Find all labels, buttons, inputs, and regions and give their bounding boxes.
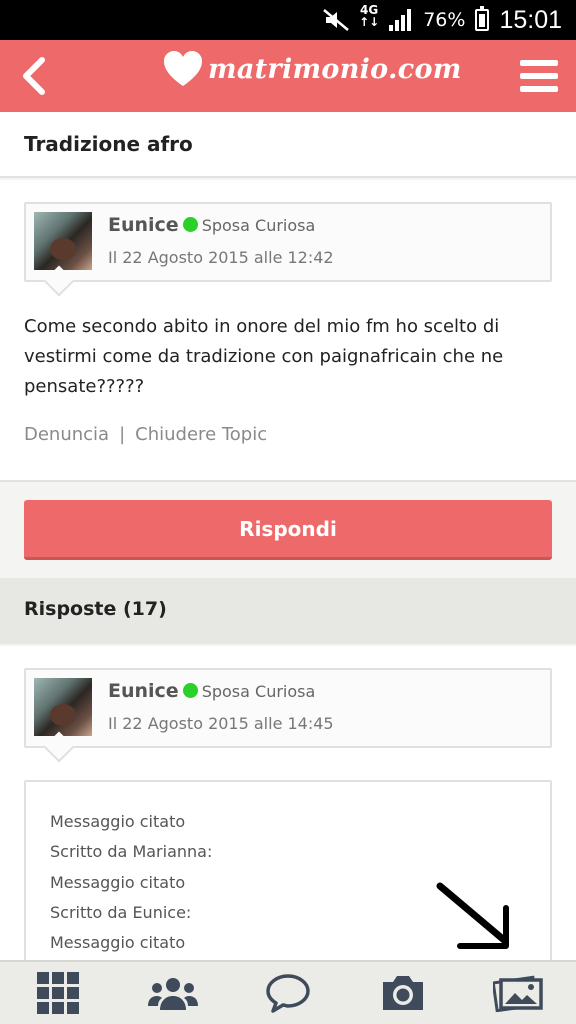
author-role: Sposa Curiosa (201, 216, 316, 235)
brand-name: matrimonio.com (208, 53, 462, 85)
online-status-icon (182, 217, 198, 232)
app-header: matrimonio.com (0, 40, 576, 112)
chat-bubble-icon (266, 974, 310, 1013)
topic-title: Tradizione afro (24, 132, 193, 156)
nav-gallery[interactable] (461, 962, 576, 1024)
author-name[interactable]: Eunice (108, 214, 179, 236)
author-name[interactable]: Eunice (108, 680, 179, 702)
post-author-box: Eunice Sposa Curiosa Il 22 Agosto 2015 al… (24, 202, 552, 282)
answers-header: Risposte (17) (0, 578, 576, 644)
nav-community[interactable] (115, 962, 230, 1024)
clock: 15:01 (499, 5, 562, 34)
post-date: Il 22 Agosto 2015 alle 12:42 (108, 248, 334, 267)
post-actions: Denuncia | Chiudere Topic (24, 424, 267, 445)
quote-line: Messaggio citato (50, 812, 186, 831)
grid-icon (36, 972, 79, 1014)
avatar[interactable] (34, 678, 92, 736)
network-indicator: 4G ↑↓ (359, 3, 380, 29)
gallery-icon (493, 975, 544, 1012)
hamburger-menu-icon[interactable] (516, 54, 562, 98)
reply-author-box: Eunice Sposa Curiosa Il 22 Agosto 2015 al… (24, 668, 552, 748)
bottom-nav (0, 960, 576, 1024)
back-arrow-icon[interactable] (10, 50, 62, 102)
report-link[interactable]: Denuncia (24, 424, 109, 445)
mute-icon (323, 9, 349, 31)
battery-percent: 76% (423, 9, 466, 31)
online-status-icon (182, 683, 198, 698)
battery-icon (475, 6, 490, 31)
nav-chat[interactable] (230, 962, 345, 1024)
status-bar: 4G ↑↓ 76% 15:01 (0, 0, 576, 40)
quote-line: Scritto da Marianna: (50, 842, 213, 861)
avatar[interactable] (34, 212, 92, 270)
quote-line: Messaggio citato (50, 873, 186, 892)
answers-count: Risposte (17) (24, 598, 167, 620)
reply-date: Il 22 Agosto 2015 alle 14:45 (108, 714, 334, 733)
annotation-arrow (436, 882, 509, 949)
author-role: Sposa Curiosa (201, 682, 316, 701)
quote-line: Scritto da Eunice: (50, 903, 192, 922)
reply-button[interactable]: Rispondi (24, 500, 552, 560)
nav-camera[interactable] (346, 962, 461, 1024)
nav-grid[interactable] (0, 962, 115, 1024)
link-separator: | (119, 424, 126, 445)
signal-icon (389, 9, 412, 31)
quote-line: Messaggio citato (50, 933, 186, 952)
close-topic-link[interactable]: Chiudere Topic (135, 424, 267, 445)
topic-title-bar: Tradizione afro (0, 112, 576, 178)
post-body: Come secondo abito in onore del mio fm h… (24, 316, 504, 397)
heart-logo-icon (164, 51, 202, 86)
community-icon (147, 978, 198, 1010)
brand-logo[interactable]: matrimonio.com (162, 48, 462, 90)
camera-icon (383, 976, 424, 1010)
